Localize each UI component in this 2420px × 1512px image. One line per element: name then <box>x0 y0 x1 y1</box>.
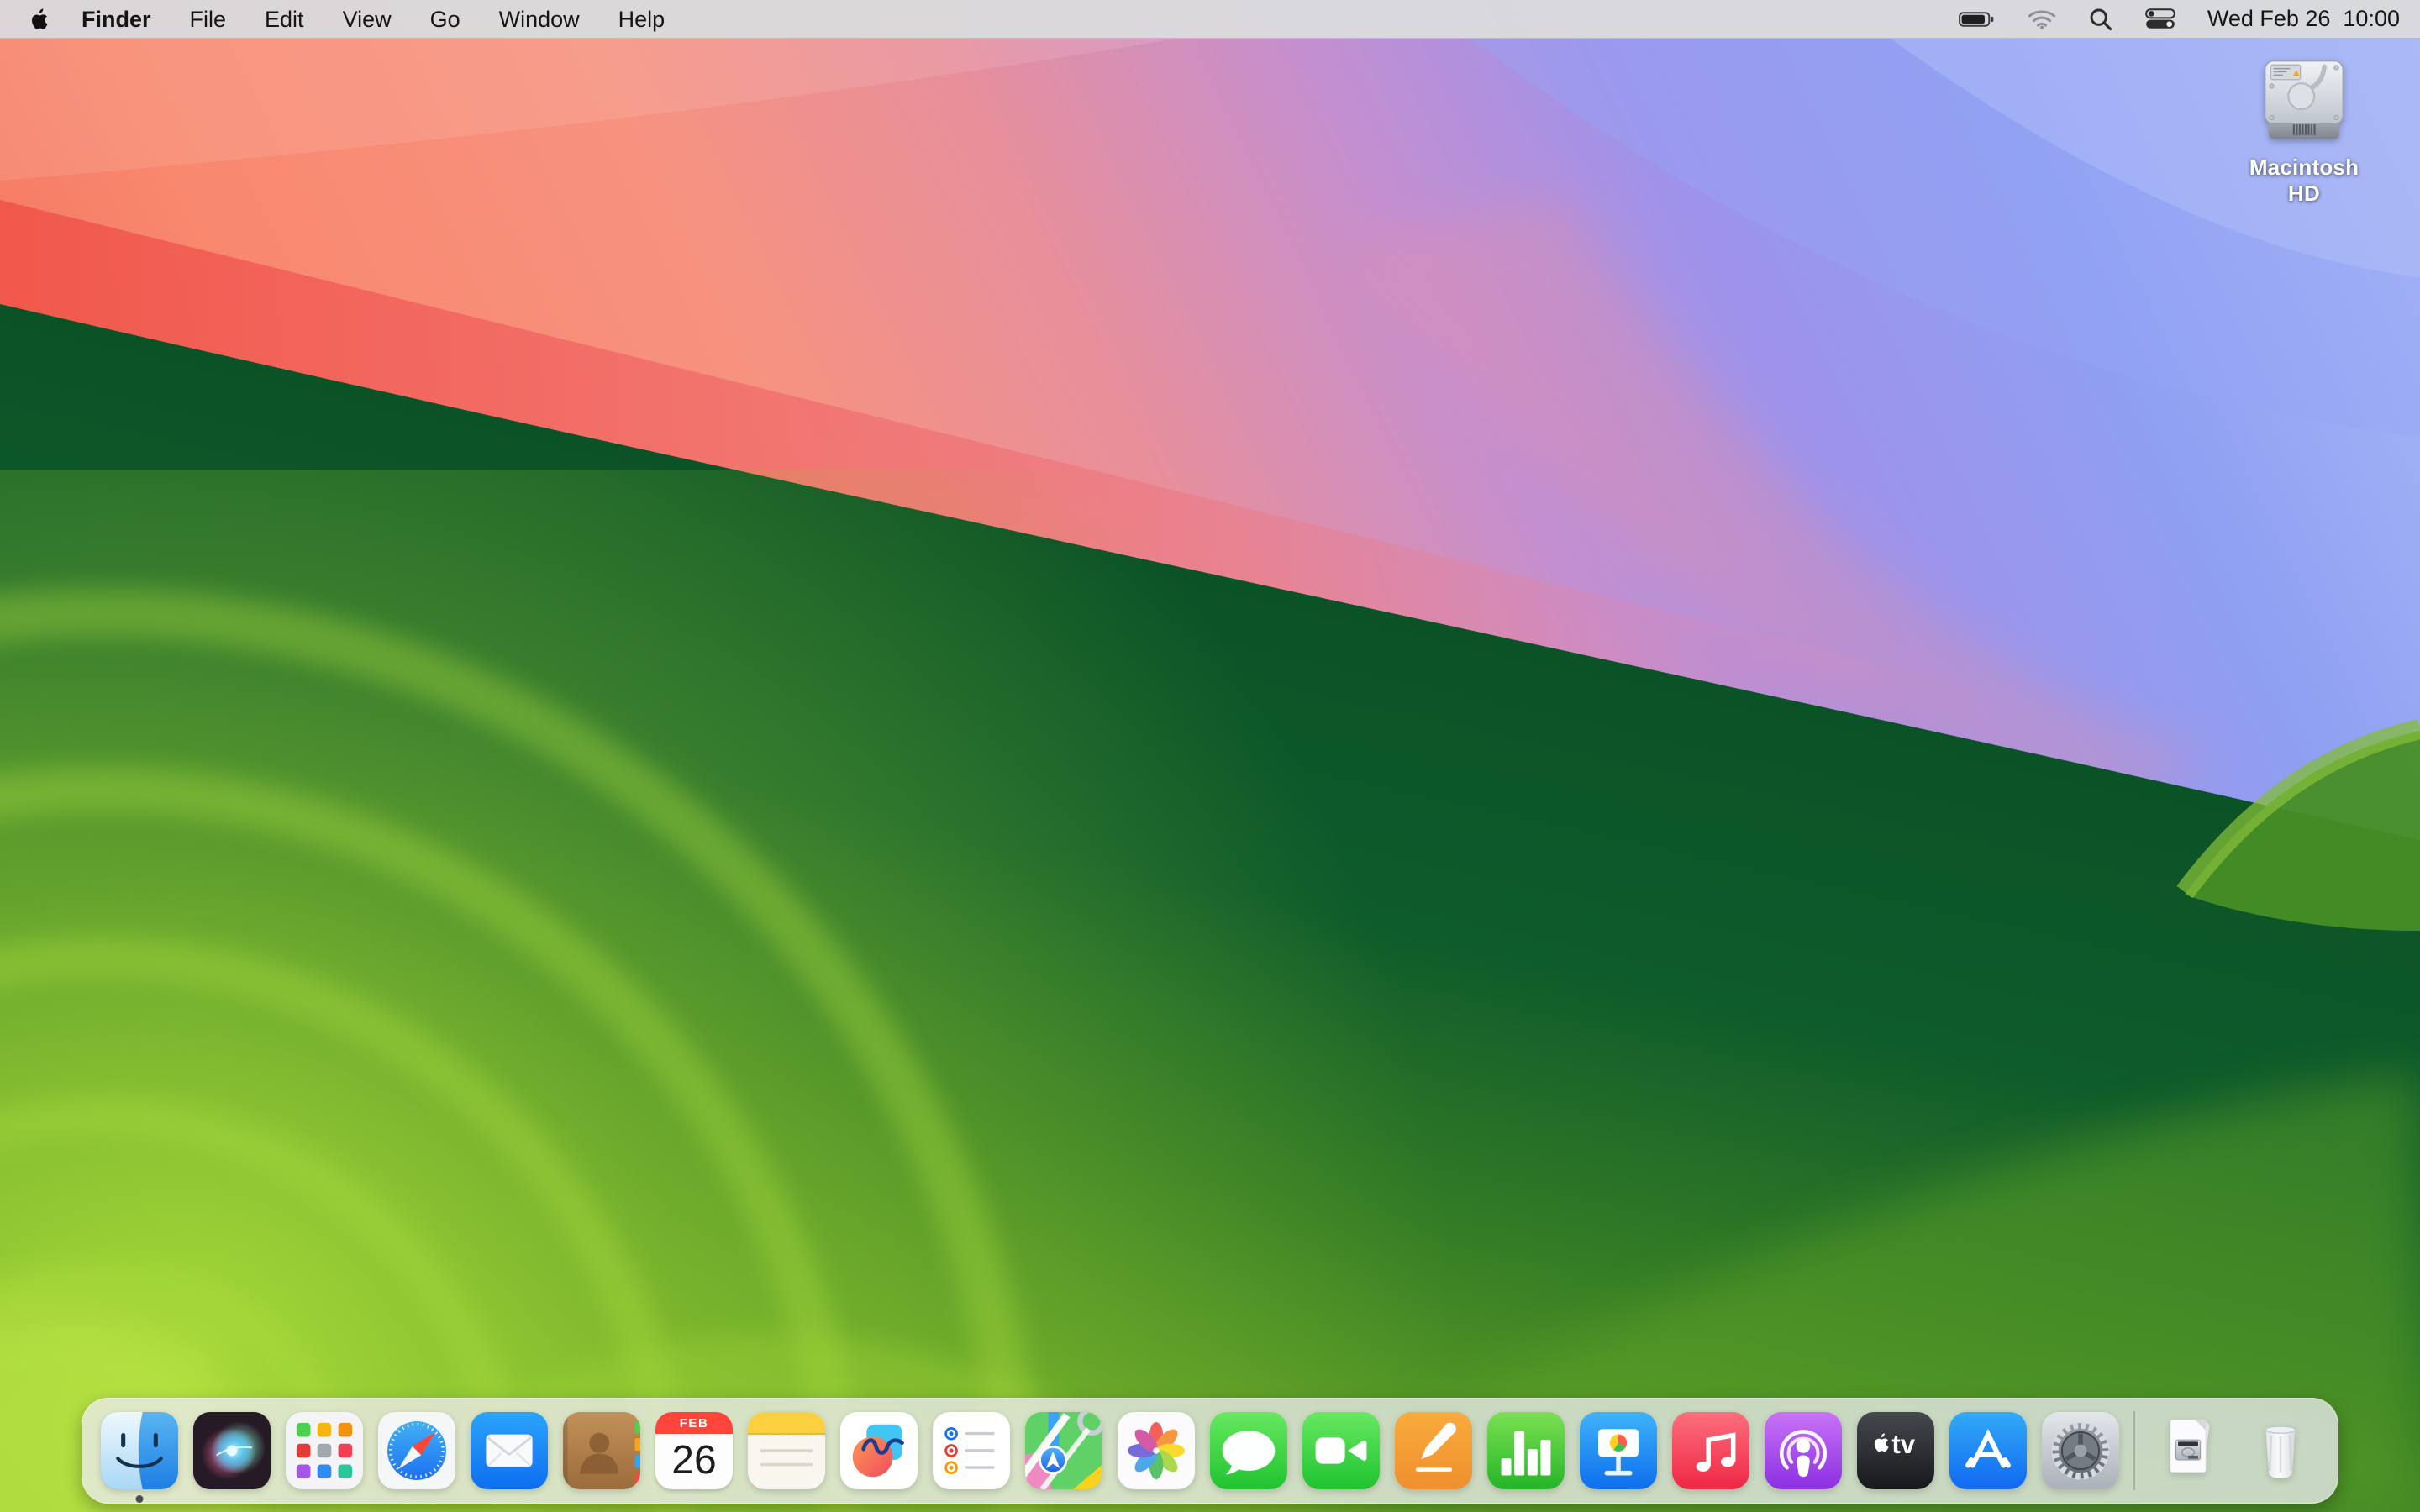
dock-item-app-store[interactable] <box>1949 1412 2027 1489</box>
freeform-icon <box>840 1412 918 1489</box>
dock-item-contacts[interactable] <box>563 1412 640 1489</box>
mail-icon <box>471 1412 548 1489</box>
calendar-icon: FEB 26 <box>655 1412 733 1489</box>
tv-label: tv <box>1891 1430 1915 1459</box>
macos-desktop: Finder File Edit View Go Window Help <box>0 0 2420 1512</box>
app-store-icon <box>1949 1412 2027 1489</box>
facetime-icon <box>1302 1412 1380 1489</box>
menu-item-edit[interactable]: Edit <box>245 0 324 39</box>
dock-item-podcasts[interactable] <box>1765 1412 1842 1489</box>
finder-icon <box>101 1412 178 1489</box>
wallpaper <box>0 0 2420 1512</box>
dock-item-documents-stack[interactable] <box>2149 1412 2227 1489</box>
dock-item-launchpad[interactable] <box>286 1412 363 1489</box>
dock-item-numbers[interactable] <box>1487 1412 1565 1489</box>
documents-stack-icon <box>2149 1412 2227 1489</box>
keynote-icon <box>1580 1412 1657 1489</box>
trash-icon <box>2242 1412 2319 1489</box>
dock-item-calendar[interactable]: FEB 26 <box>655 1412 733 1489</box>
menu-bar-left: Finder File Edit View Go Window Help <box>22 0 684 39</box>
hard-drive-icon <box>2258 54 2350 146</box>
running-indicator <box>136 1495 144 1503</box>
safari-icon <box>378 1412 455 1489</box>
dock-item-messages[interactable] <box>1210 1412 1287 1489</box>
calendar-day: 26 <box>655 1431 733 1489</box>
dock-item-trash[interactable] <box>2242 1412 2319 1489</box>
contacts-icon <box>563 1412 640 1489</box>
search-icon[interactable] <box>2088 7 2113 32</box>
launchpad-icon <box>286 1412 363 1489</box>
dock: FEB 26 <box>82 1398 2338 1504</box>
menu-item-help[interactable]: Help <box>599 0 685 39</box>
apple-tv-icon: tv <box>1857 1412 1934 1489</box>
menu-item-file[interactable]: File <box>171 0 246 39</box>
menu-item-finder[interactable]: Finder <box>62 0 171 39</box>
dock-divider <box>2133 1411 2135 1490</box>
dock-item-pages[interactable] <box>1395 1412 1472 1489</box>
dock-item-notes[interactable] <box>748 1412 825 1489</box>
numbers-icon <box>1487 1412 1565 1489</box>
maps-icon <box>1025 1412 1102 1489</box>
dock-item-siri[interactable] <box>193 1412 271 1489</box>
menu-bar: Finder File Edit View Go Window Help <box>0 0 2420 39</box>
dock-item-keynote[interactable] <box>1580 1412 1657 1489</box>
pages-icon <box>1395 1412 1472 1489</box>
dock-item-freeform[interactable] <box>840 1412 918 1489</box>
desktop-icon-label: Macintosh HD <box>2237 155 2371 207</box>
podcasts-icon <box>1765 1412 1842 1489</box>
reminders-icon <box>933 1412 1010 1489</box>
dock-item-facetime[interactable] <box>1302 1412 1380 1489</box>
wifi-icon[interactable] <box>2028 8 2056 30</box>
battery-icon[interactable] <box>1959 10 1996 29</box>
dock-item-tv[interactable]: tv <box>1857 1412 1934 1489</box>
dock-item-maps[interactable] <box>1025 1412 1102 1489</box>
dock-item-safari[interactable] <box>378 1412 455 1489</box>
notes-icon <box>748 1412 825 1489</box>
siri-icon <box>193 1412 271 1489</box>
apple-logo-icon <box>29 8 49 31</box>
dock-item-reminders[interactable] <box>933 1412 1010 1489</box>
dock-item-music[interactable] <box>1672 1412 1749 1489</box>
menu-item-go[interactable]: Go <box>411 0 480 39</box>
menu-bar-status: Wed Feb 26 10:00 <box>1959 6 2400 32</box>
dock-item-mail[interactable] <box>471 1412 548 1489</box>
control-center-icon[interactable] <box>2145 8 2175 29</box>
messages-icon <box>1210 1412 1287 1489</box>
system-settings-icon <box>2042 1412 2119 1489</box>
menu-bar-clock[interactable]: Wed Feb 26 10:00 <box>2207 6 2400 32</box>
apple-menu[interactable] <box>22 8 62 31</box>
dock-item-finder[interactable] <box>101 1412 178 1489</box>
music-icon <box>1672 1412 1749 1489</box>
desktop-icon-macintosh-hd[interactable]: Macintosh HD <box>2237 54 2371 207</box>
dock-item-system-settings[interactable] <box>2042 1412 2119 1489</box>
menu-item-window[interactable]: Window <box>480 0 599 39</box>
dock-item-photos[interactable] <box>1118 1412 1195 1489</box>
menu-item-view[interactable]: View <box>324 0 411 39</box>
photos-icon <box>1118 1412 1195 1489</box>
